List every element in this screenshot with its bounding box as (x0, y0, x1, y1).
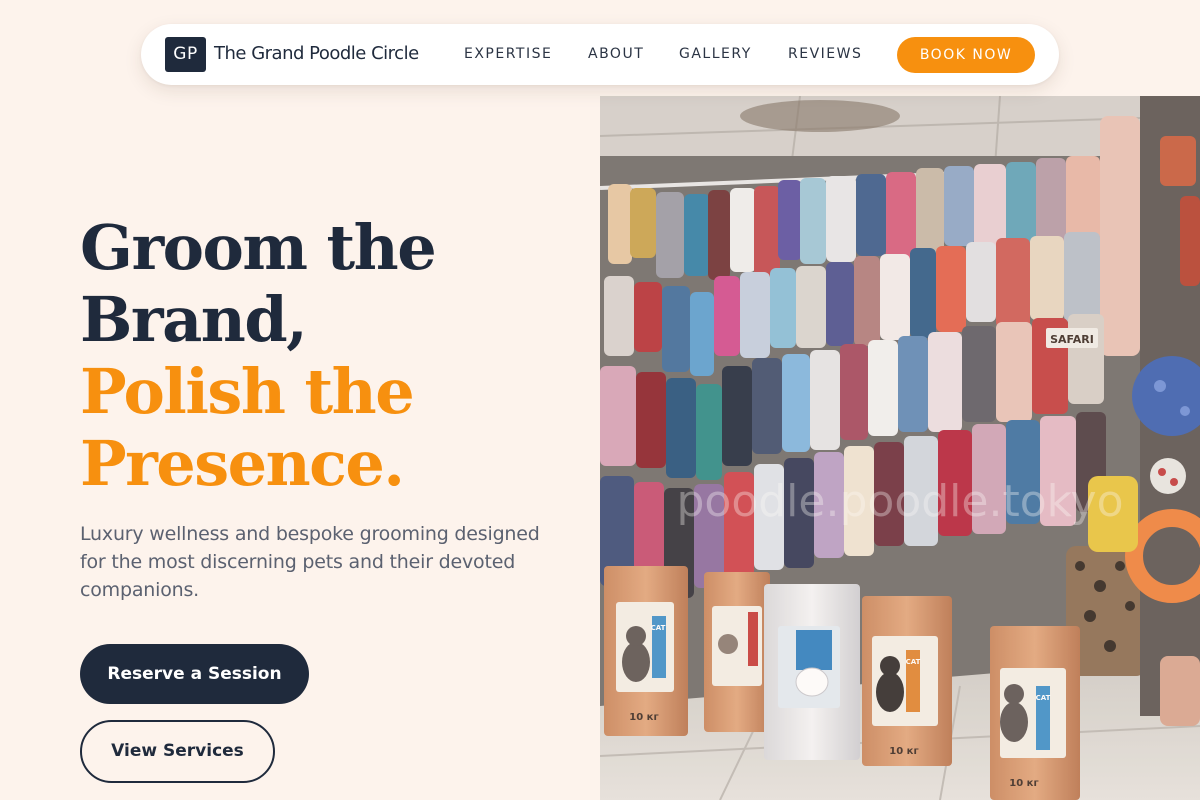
top-navigation: GP The Grand Poodle Circle EXPERTISE ABO… (141, 24, 1059, 85)
hero-title-accent-line: Presence. (80, 427, 405, 500)
book-now-button[interactable]: BOOK NOW (897, 37, 1035, 73)
reserve-session-button[interactable]: Reserve a Session (80, 644, 309, 704)
logo-mark[interactable]: GP (165, 37, 206, 72)
hero-title-accent-line: Polish the (80, 355, 415, 428)
hero-title-line: Groom the (80, 211, 437, 284)
hero-image-pet-shop: SAFARI CAT 10 кг CAT 10 кг CAT 10 кг poo… (600, 96, 1200, 800)
nav-link-about[interactable]: ABOUT (588, 44, 644, 64)
view-services-button[interactable]: View Services (80, 720, 275, 783)
hero-title-line: Brand, (80, 283, 308, 356)
pet-shop-illustration: SAFARI CAT 10 кг CAT 10 кг CAT 10 кг poo… (600, 96, 1200, 800)
nav-link-reviews[interactable]: REVIEWS (788, 44, 862, 64)
hero-subtitle: Luxury wellness and bespoke grooming des… (80, 523, 540, 601)
nav-link-gallery[interactable]: GALLERY (679, 44, 752, 64)
hero-title: Groom the Brand, Polish the Presence. (80, 211, 437, 500)
nav-link-expertise[interactable]: EXPERTISE (464, 44, 552, 64)
brand-name[interactable]: The Grand Poodle Circle (214, 41, 419, 67)
